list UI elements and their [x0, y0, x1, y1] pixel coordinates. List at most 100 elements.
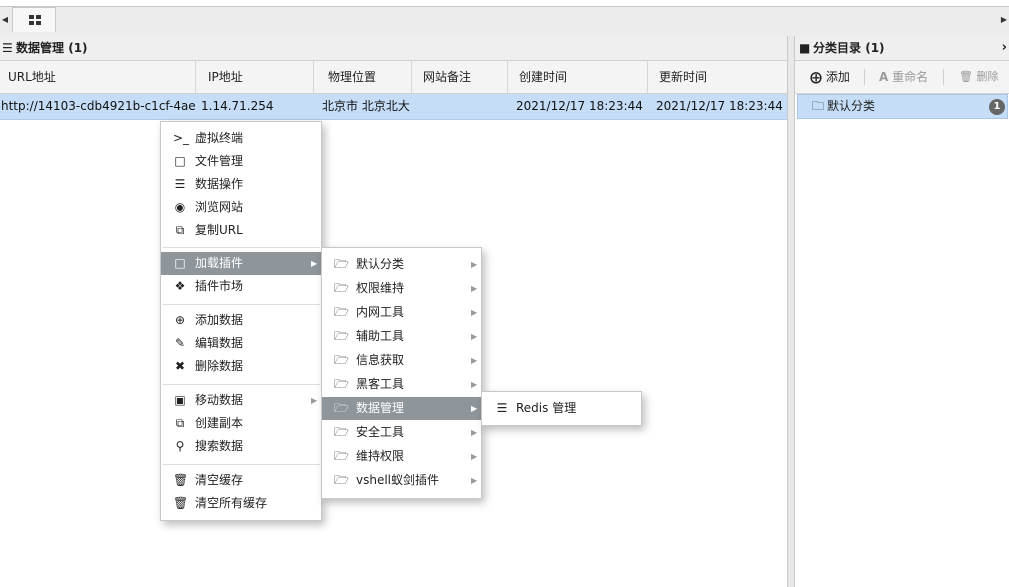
collapse-chevron-icon[interactable]: › [1002, 36, 1007, 60]
submenu-arrow-icon: ▶ [471, 428, 478, 437]
plus-circle-icon: ⊕ [174, 313, 186, 327]
menu-item-label: 虚拟终端 [195, 131, 244, 145]
table-header: URL地址 IP地址 物理位置 网站备注 创建时间 更新时间 [0, 61, 787, 94]
plugin-category-persistence[interactable]: 🗁 权限维持 ▶ [322, 277, 481, 300]
menu-item-load-plugins[interactable]: □ 加载插件 ▶ [161, 252, 321, 275]
menu-item-label: 清空所有缓存 [195, 496, 268, 510]
submenu-arrow-icon: ▶ [471, 452, 478, 461]
data-panel-title: ☰ 数据管理 (1) [0, 36, 787, 61]
rename-category-button[interactable]: A 重命名 [879, 61, 928, 93]
plugin-category-intranet[interactable]: 🗁 内网工具 ▶ [322, 301, 481, 324]
tab-scroll-left-icon[interactable]: ◀ [0, 10, 10, 30]
menu-item-plugin-market[interactable]: ❖ 插件市场 [161, 275, 321, 298]
delete-category-label: 删除 [976, 70, 999, 83]
category-item[interactable]: 🗀 默认分类 1 [797, 94, 1008, 119]
menu-item-terminal[interactable]: >_ 虚拟终端 [161, 127, 321, 150]
add-category-label: 添加 [825, 70, 850, 84]
menu-item-label: 数据操作 [195, 177, 244, 191]
menu-item-label: 移动数据 [195, 393, 244, 407]
menu-item-clear-all-cache[interactable]: 🗑 清空所有缓存 [161, 492, 321, 515]
plugin-redis-manager[interactable]: ☰ Redis 管理 [482, 397, 641, 420]
plugin-category-aux[interactable]: 🗁 辅助工具 ▶ [322, 325, 481, 348]
submenu-arrow-icon: ▶ [471, 332, 478, 341]
column-url[interactable]: URL地址 [0, 61, 196, 93]
home-tab[interactable] [12, 7, 56, 32]
menu-item-label: 黑客工具 [356, 377, 405, 391]
folder-open-icon: 🗁 [334, 353, 349, 367]
menu-separator [162, 384, 320, 385]
submenu-arrow-icon: ▶ [311, 396, 318, 405]
menu-item-label: 加载插件 [195, 256, 244, 270]
font-icon: A [879, 70, 889, 84]
tab-strip-top-line [0, 0, 1009, 7]
menu-item-move-data[interactable]: ▣ 移动数据 ▶ [161, 389, 321, 412]
table-row[interactable]: http://14103-cdb4921b-c1cf-4ae1 1.14.71.… [0, 94, 787, 120]
menu-item-browse-site[interactable]: ◉ 浏览网站 [161, 196, 321, 219]
delete-category-button[interactable]: 🗑 删除 [959, 61, 998, 93]
submenu-arrow-icon: ▶ [471, 260, 478, 269]
rename-category-label: 重命名 [892, 70, 929, 84]
row-url: http://14103-cdb4921b-c1cf-4ae1 [1, 99, 197, 113]
plugin-category-vshell[interactable]: 🗁 vshell蚁剑插件 ▶ [322, 469, 481, 492]
submenu-arrow-icon: ▶ [471, 356, 478, 365]
menu-item-delete-data[interactable]: ✖ 删除数据 [161, 355, 321, 378]
row-location: 北京市 北京北大 [322, 99, 410, 113]
category-panel-title: ■ 分类目录 (1) › [795, 36, 1009, 61]
menu-item-label: 权限维持 [356, 281, 405, 295]
plugin-submenu: 🗁 默认分类 ▶ 🗁 权限维持 ▶ 🗁 内网工具 ▶ 🗁 辅助工具 ▶ 🗁 信息获取 ▶ 🗁 黑客工具… [321, 247, 482, 499]
plugin-category-hacker[interactable]: 🗁 黑客工具 ▶ [322, 373, 481, 396]
menu-item-edit-data[interactable]: ✎ 编辑数据 [161, 332, 321, 355]
edit-icon: ✎ [174, 336, 186, 350]
category-toolbar: ⨁ 添加 A 重命名 🗑 删除 [795, 61, 1009, 94]
column-updated[interactable]: 更新时间 [648, 61, 787, 93]
column-ip[interactable]: IP地址 [196, 61, 314, 93]
plugin-category-info[interactable]: 🗁 信息获取 ▶ [322, 349, 481, 372]
data-mgmt-submenu: ☰ Redis 管理 [481, 391, 642, 426]
tab-scroll-right-icon[interactable]: ▶ [999, 10, 1009, 30]
folder-icon: □ [174, 256, 186, 270]
menu-item-add-data[interactable]: ⊕ 添加数据 [161, 309, 321, 332]
category-panel-count: (1) [865, 41, 885, 55]
menu-item-clear-cache[interactable]: 🗑 清空缓存 [161, 469, 321, 492]
menu-item-label: 数据管理 [356, 401, 405, 415]
plugin-category-security[interactable]: 🗁 安全工具 ▶ [322, 421, 481, 444]
category-panel-title-text: 分类目录 [813, 41, 862, 55]
folder-open-icon: 🗁 [334, 329, 349, 343]
plugin-category-maintain[interactable]: 🗁 维持权限 ▶ [322, 445, 481, 468]
grid-icon [29, 15, 41, 25]
menu-item-label: 搜索数据 [195, 439, 244, 453]
copy-icon: ⧉ [175, 416, 185, 430]
menu-item-label: 浏览网站 [195, 200, 244, 214]
browser-icon: ◉ [174, 200, 186, 214]
list-icon: ☰ [2, 41, 13, 55]
menu-item-label: vshell蚁剑插件 [356, 473, 440, 487]
toolbar-separator [864, 69, 865, 85]
folder-open-icon: 🗁 [334, 425, 349, 439]
menu-item-label: 信息获取 [356, 353, 405, 367]
menu-item-copy-url[interactable]: ⧉ 复制URL [161, 219, 321, 242]
menu-item-search-data[interactable]: ⚲ 搜索数据 [161, 435, 321, 458]
column-location[interactable]: 物理位置 [314, 61, 412, 93]
row-ip: 1.14.71.254 [201, 99, 274, 113]
menu-separator [162, 464, 320, 465]
folder-open-icon: 🗁 [334, 473, 349, 487]
column-note[interactable]: 网站备注 [412, 61, 508, 93]
menu-item-create-copy[interactable]: ⧉ 创建副本 [161, 412, 321, 435]
submenu-arrow-icon: ▶ [471, 380, 478, 389]
database-icon: ☰ [496, 401, 508, 415]
add-category-button[interactable]: ⨁ 添加 [810, 61, 850, 93]
menu-item-label: 添加数据 [195, 313, 244, 327]
column-created[interactable]: 创建时间 [508, 61, 648, 93]
menu-item-file-manager[interactable]: □ 文件管理 [161, 150, 321, 173]
plugin-category-default[interactable]: 🗁 默认分类 ▶ [322, 253, 481, 276]
menu-item-data-operation[interactable]: ☰ 数据操作 [161, 173, 321, 196]
menu-item-label: 内网工具 [356, 305, 405, 319]
plugin-category-data-mgmt[interactable]: 🗁 数据管理 ▶ [322, 397, 481, 420]
data-panel-title-text: 数据管理 [16, 41, 65, 55]
menu-item-label: 删除数据 [195, 359, 244, 373]
copy-icon: ⧉ [175, 223, 185, 237]
trash-icon: 🗑 [173, 473, 189, 487]
panel-splitter[interactable] [787, 36, 795, 587]
row-updated: 2021/12/17 18:23:44 [656, 99, 783, 113]
plus-circle-icon: ⨁ [810, 70, 822, 84]
